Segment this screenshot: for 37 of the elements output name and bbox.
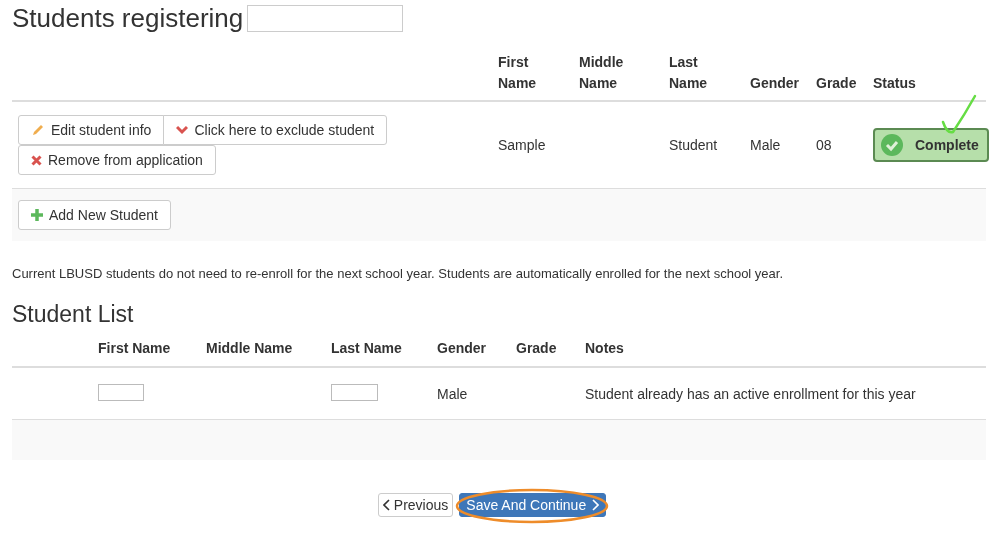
chevron-right-icon (592, 499, 600, 511)
plus-icon (31, 209, 43, 221)
table-cell: Sample (498, 137, 546, 153)
page-title: Students registering (12, 2, 244, 34)
add-student-button[interactable]: Add New Student (18, 200, 171, 230)
chevron-down-icon (176, 125, 189, 135)
check-circle-icon (881, 134, 903, 156)
info-text: Current LBUSD students do not need to re-enroll for the next school year. Students are automatically enrolled for the next school year. (12, 266, 785, 281)
table-cell: Male (750, 137, 781, 153)
section-title: Student List (12, 301, 135, 328)
column-header: Status (873, 74, 916, 93)
save-continue-button[interactable]: Save And Continue (459, 493, 607, 517)
column-header: Middle Name (579, 53, 624, 93)
table-cell: 08 (816, 137, 832, 153)
column-header: Last Name (331, 340, 402, 356)
column-header: Grade (516, 340, 557, 356)
status-badge: Complete (873, 128, 989, 162)
input-field[interactable] (247, 4, 404, 32)
edit-button[interactable]: Edit student info (18, 115, 165, 145)
remove-button[interactable]: Remove from application (18, 145, 216, 175)
chevron-left-icon (382, 499, 390, 511)
table-cell: Student already has an active enrollment for this year (585, 385, 916, 402)
exclude-button[interactable]: Click here to exclude student (163, 115, 388, 145)
table-cell: Male (437, 385, 468, 402)
column-header: Middle Name (206, 340, 293, 356)
handwritten-check-icon (939, 94, 979, 136)
table-cell: Student (669, 137, 718, 153)
column-header: Last Name (669, 53, 708, 93)
previous-button[interactable]: Previous (377, 493, 454, 517)
pencil-icon (31, 123, 45, 137)
column-header: Gender (437, 340, 486, 356)
column-header: Grade (816, 74, 857, 93)
column-header: Gender (750, 74, 799, 93)
close-icon (31, 154, 42, 166)
column-header: Notes (585, 340, 624, 356)
column-header: First Name (98, 340, 171, 356)
column-header: First Name (498, 53, 537, 93)
